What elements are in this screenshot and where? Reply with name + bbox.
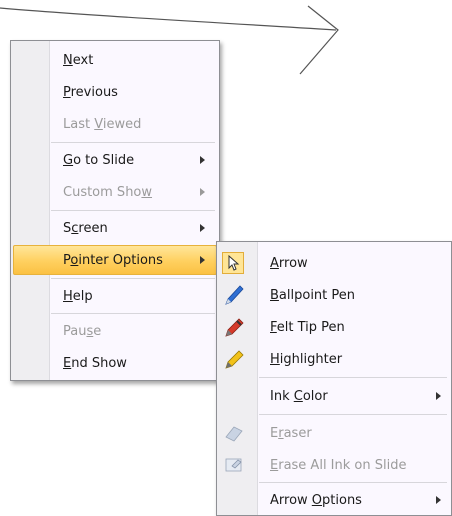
submenu-arrow-icon [436, 496, 441, 504]
highlighter-icon [223, 348, 245, 370]
ballpoint-pen-icon [223, 284, 245, 306]
menu-item-label: Go to Slide [63, 152, 135, 168]
context-menu: Next Previous Last Viewed Go to Slide Cu… [10, 40, 220, 381]
submenu-item-label: Felt Tip Pen [270, 319, 345, 335]
submenu-item-label: Eraser [270, 425, 312, 441]
submenu-item-label: Arrow [270, 255, 308, 271]
pointer-options-submenu: Arrow Ballpoint Pen Felt Tip Pen Highlig… [216, 241, 452, 516]
menu-item-help[interactable]: Help [13, 281, 217, 311]
menu-item-label: Custom Show [63, 184, 153, 200]
menu-item-label: Pointer Options [63, 252, 163, 268]
submenu-item-ink-color[interactable]: Ink Color [219, 381, 449, 411]
menu-item-label: Pause [63, 323, 102, 339]
menu-item-pause: Pause [13, 316, 217, 346]
menu-item-label: Screen [63, 220, 108, 236]
menu-item-custom-show: Custom Show [13, 177, 217, 207]
menu-item-screen[interactable]: Screen [13, 213, 217, 243]
submenu-arrow-icon [200, 256, 205, 264]
submenu-item-label: Ballpoint Pen [270, 287, 356, 303]
erase-all-ink-icon [223, 454, 245, 476]
menu-item-label: End Show [63, 355, 127, 371]
submenu-item-arrow[interactable]: Arrow [219, 248, 449, 278]
submenu-item-erase-all-ink: Erase All Ink on Slide [219, 450, 449, 480]
menu-item-label: Next [63, 52, 94, 68]
submenu-item-ballpoint-pen[interactable]: Ballpoint Pen [219, 280, 449, 310]
submenu-arrow-icon [436, 392, 441, 400]
submenu-item-label: Highlighter [270, 351, 343, 367]
submenu-item-highlighter[interactable]: Highlighter [219, 344, 449, 374]
menu-separator [51, 142, 215, 143]
submenu-item-arrow-options[interactable]: Arrow Options [219, 485, 449, 515]
menu-separator [51, 278, 215, 279]
menu-separator [51, 210, 215, 211]
submenu-item-eraser: Eraser [219, 418, 449, 448]
submenu-item-label: Erase All Ink on Slide [270, 457, 407, 473]
submenu-item-label: Arrow Options [270, 492, 362, 508]
menu-item-last-viewed: Last Viewed [13, 109, 217, 139]
menu-separator [259, 482, 447, 483]
felt-tip-pen-icon [223, 316, 245, 338]
menu-item-end-show[interactable]: End Show [13, 348, 217, 378]
arrow-pointer-icon [222, 252, 244, 274]
eraser-icon [223, 422, 245, 444]
submenu-arrow-icon [200, 224, 205, 232]
menu-item-label: Last Viewed [63, 116, 142, 132]
menu-item-go-to-slide[interactable]: Go to Slide [13, 145, 217, 175]
menu-item-previous[interactable]: Previous [13, 77, 217, 107]
menu-separator [259, 414, 447, 415]
submenu-item-felt-tip-pen[interactable]: Felt Tip Pen [219, 312, 449, 342]
menu-item-label: Help [63, 288, 93, 304]
submenu-arrow-icon [200, 188, 205, 196]
submenu-item-label: Ink Color [270, 388, 328, 404]
menu-item-next[interactable]: Next [13, 45, 217, 75]
menu-separator [259, 377, 447, 378]
menu-item-label: Previous [63, 84, 118, 100]
menu-separator [51, 313, 215, 314]
submenu-arrow-icon [200, 156, 205, 164]
menu-item-pointer-options[interactable]: Pointer Options [13, 245, 217, 275]
